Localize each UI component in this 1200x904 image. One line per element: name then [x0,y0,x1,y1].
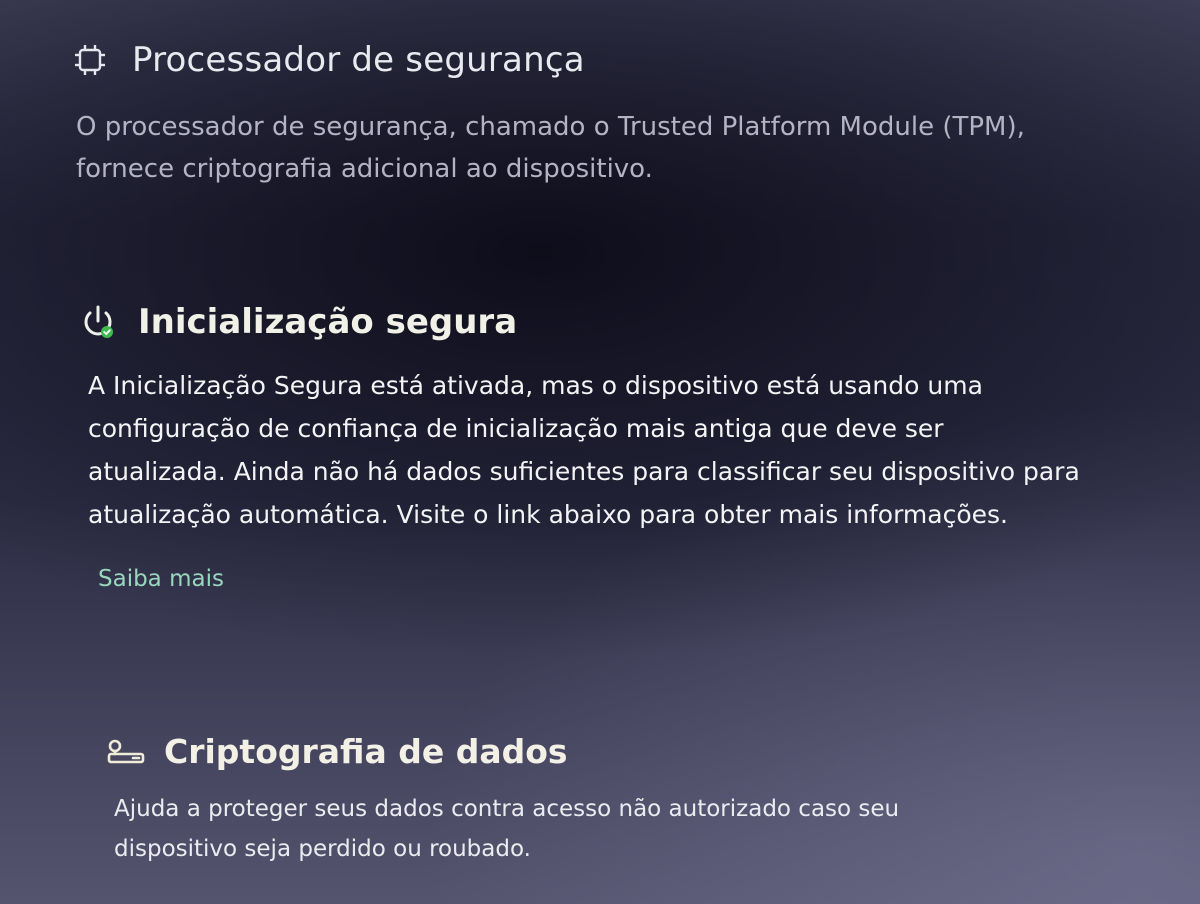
security-processor-title: Processador de segurança [132,40,585,80]
secure-boot-title: Inicialização segura [138,302,518,342]
section-header: Processador de segurança [70,40,1150,80]
power-status-icon [78,302,118,342]
security-processor-section: Processador de segurança O processador d… [70,40,1150,190]
secure-boot-section: Inicialização segura A Inicialização Seg… [78,302,1138,592]
secure-boot-description: A Inicialização Segura está ativada, mas… [88,371,1080,529]
learn-more-link[interactable]: Saiba mais [98,566,224,592]
section-header: Criptografia de dados [104,732,1104,771]
section-header: Inicialização segura [78,302,1138,342]
data-encryption-section: Criptografia de dados Ajuda a proteger s… [104,732,1104,869]
chip-icon [70,40,110,80]
data-encryption-title: Criptografia de dados [164,732,568,771]
key-icon [104,734,148,770]
security-processor-description: O processador de segurança, chamado o Tr… [76,112,1025,184]
data-encryption-description: Ajuda a proteger seus dados contra acess… [114,796,900,862]
